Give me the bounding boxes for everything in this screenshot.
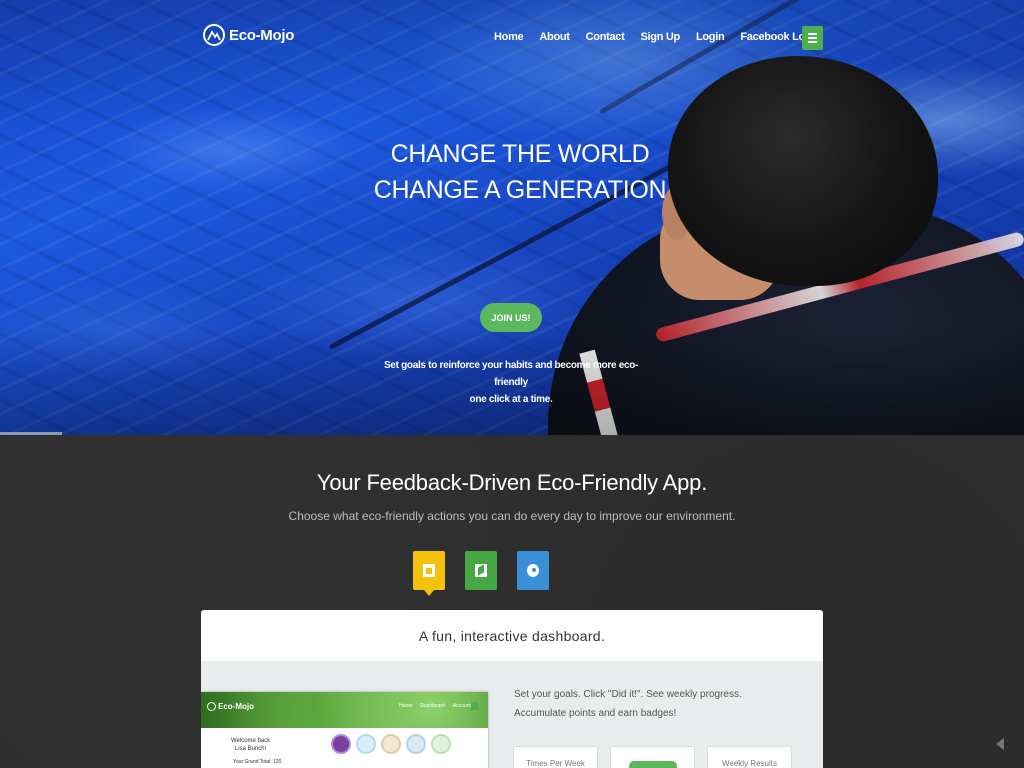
mini-grand-total: Your Grand Total: 120: [233, 759, 282, 765]
stat-weekly-results: Weekly Results: [707, 746, 792, 768]
nav-sign-up[interactable]: Sign Up: [641, 31, 681, 43]
dashboard-screenshot: Eco-Mojo Home Dashboard Account Welcome …: [201, 692, 488, 768]
mini-welcome-line-2: Lisa Bunch!: [234, 746, 267, 752]
nav-home[interactable]: Home: [494, 31, 524, 43]
stat-times-per-week: Times Per Week: [513, 746, 598, 768]
hero-title: CHANGE THE WORLD CHANGE A GENERATION: [300, 136, 740, 208]
mini-nav-item: Home: [399, 703, 413, 709]
card-description: Set your goals. Click "Did it!". See wee…: [514, 685, 774, 723]
badge-icon: [431, 734, 451, 754]
nav-contact[interactable]: Contact: [586, 31, 625, 43]
dashboard-icon: [423, 564, 435, 577]
mini-brand: Eco-Mojo: [207, 702, 254, 711]
nav-login[interactable]: Login: [696, 31, 725, 43]
active-tab-caret-icon: [424, 590, 434, 596]
mini-badges: [331, 734, 451, 754]
hero-subtitle: Set goals to reinforce your habits and b…: [370, 357, 652, 408]
tab-social[interactable]: [517, 551, 549, 590]
mini-welcome: Welcome back Lisa Bunch!: [231, 737, 270, 753]
scroll-arrow-icon[interactable]: [996, 738, 1004, 750]
hero-subtitle-line-1: Set goals to reinforce your habits and b…: [383, 360, 639, 388]
badge-icon: [406, 734, 426, 754]
mini-banner: Eco-Mojo Home Dashboard Account: [201, 692, 488, 728]
mobile-icon: [475, 564, 487, 577]
stat-did-it: [610, 746, 695, 768]
did-it-button[interactable]: [628, 761, 677, 768]
hero-subtitle-line-2: one click at a time.: [469, 394, 553, 405]
feature-subtitle: Choose what eco-friendly actions you can…: [288, 509, 736, 523]
mini-nav-item: Dashboard: [420, 703, 445, 709]
brand-link[interactable]: Eco-Mojo: [203, 24, 294, 46]
hero-title-line-1: CHANGE THE WORLD: [390, 140, 650, 168]
badge-icon: [381, 734, 401, 754]
mini-welcome-line-1: Welcome back: [231, 738, 271, 744]
hamburger-menu-icon[interactable]: [802, 26, 823, 50]
mini-menu-icon: [471, 702, 478, 710]
badge-icon: [356, 734, 376, 754]
join-us-button[interactable]: JOIN US!: [480, 303, 542, 332]
hero-title-line-2: CHANGE A GENERATION: [373, 176, 667, 204]
badge-icon: [331, 734, 351, 754]
card-body: Eco-Mojo Home Dashboard Account Welcome …: [201, 661, 823, 768]
mini-nav: Home Dashboard Account: [399, 703, 471, 709]
top-nav: Home About Contact Sign Up Login Faceboo…: [494, 31, 837, 43]
brand-name: Eco-Mojo: [229, 26, 295, 44]
mini-nav-item: Account: [452, 703, 471, 709]
feature-title: Your Feedback-Driven Eco-Friendly App.: [316, 470, 708, 495]
card-description-line-2: Accumulate points and earn badges!: [514, 708, 677, 719]
social-icon: [527, 564, 539, 577]
card-description-line-1: Set your goals. Click "Did it!". See wee…: [514, 689, 742, 700]
mountain-logo-icon: [203, 24, 225, 46]
tab-dashboard[interactable]: [413, 551, 445, 590]
nav-about[interactable]: About: [539, 31, 570, 43]
feature-card: A fun, interactive dashboard. Eco-Mojo H…: [201, 610, 823, 768]
mini-logo-icon: [207, 702, 216, 711]
card-heading: A fun, interactive dashboard.: [418, 627, 606, 644]
mini-brand-name: Eco-Mojo: [218, 702, 254, 711]
tab-mobile[interactable]: [465, 551, 497, 590]
